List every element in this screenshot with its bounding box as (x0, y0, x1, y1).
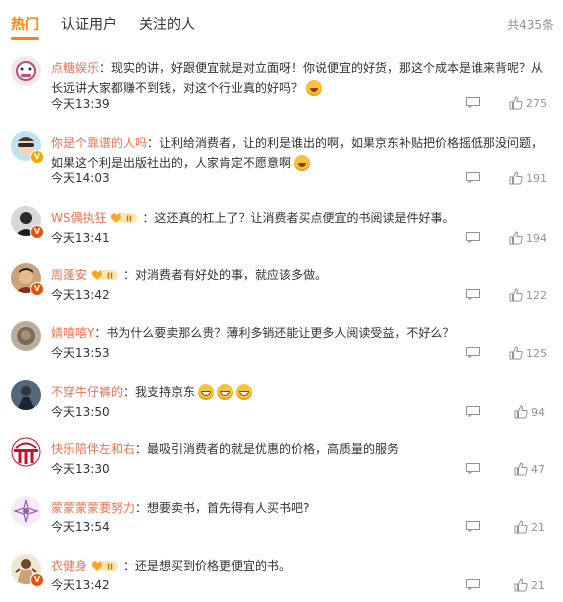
comment-text: ：现实的讲，好跟便宜就是对立面呀！你说便宜的好货，那这个成本是谁来背呢？从长远讲… (51, 61, 544, 95)
active-tab-indicator (11, 37, 39, 40)
comment-time: 今天13:41 (51, 231, 110, 245)
svg-text:II: II (126, 214, 132, 223)
comment-body: 点糖娱乐：现实的讲，好跟便宜就是对立面呀！你说便宜的好货，那这个成本是谁来背呢？… (51, 58, 549, 98)
comment-username[interactable]: WS偶执狂 (51, 211, 106, 225)
laughing-tears-emoji-icon (294, 154, 311, 171)
comment-time: 今天14:03 (51, 171, 110, 185)
comment-body: WS偶执狂 II ：这还真的杠上了？让消费者买点便宜的书阅读是件好事。 (51, 208, 549, 228)
reply-icon[interactable] (466, 521, 480, 532)
comment-time: 今天13:42 (51, 288, 110, 302)
like-count: 21 (531, 579, 545, 592)
verified-badge-icon: V (30, 282, 44, 296)
comment-text: ：书为什么要卖那么贵？薄利多销还能让更多人阅读受益，不好么？ (94, 326, 455, 340)
reply-icon[interactable] (466, 579, 480, 590)
like-count: 94 (531, 406, 545, 419)
comment-text: ：这还真的杠上了？让消费者买点便宜的书阅读是件好事。 (142, 211, 455, 225)
grin-emoji-icon (198, 383, 215, 400)
tab-following[interactable]: 关注的人 (139, 14, 195, 34)
comment-body: 周蓬安 II ：对消费者有好处的事，就应该多做。 (51, 265, 549, 285)
comment-time: 今天13:39 (51, 97, 110, 111)
svg-text:II: II (107, 562, 113, 571)
avatar[interactable]: V (11, 206, 44, 239)
thumbs-up-icon (509, 96, 523, 110)
comment-count: 共435条 (507, 18, 554, 32)
avatar[interactable] (11, 56, 41, 86)
reply-icon[interactable] (466, 463, 480, 474)
comment-username[interactable]: 快乐陪伴左和右 (51, 442, 135, 456)
svg-text:II: II (107, 271, 113, 280)
comment-time: 今天13:53 (51, 346, 110, 360)
avatar[interactable] (11, 380, 41, 410)
thumbs-up-icon (514, 520, 528, 534)
verified-badge-icon: V (30, 225, 44, 239)
comment-body: 你是个靠谱的人吗：让利给消费者，让的利是谁出的啊，如果京东补贴把价格摇低那没问题… (51, 133, 549, 173)
avatar[interactable]: V (11, 554, 44, 587)
comment-username[interactable]: 你是个靠谱的人吗 (51, 136, 147, 150)
reply-icon[interactable] (466, 232, 480, 243)
avatar[interactable] (11, 496, 41, 526)
thumbs-up-icon (509, 231, 523, 245)
tab-verified-users[interactable]: 认证用户 (61, 14, 117, 34)
comment-text: ：想要卖书，首先得有人买书吧? (135, 501, 310, 515)
comment-username[interactable]: 不穿牛仔裤的 (51, 385, 123, 399)
fan-medal-icon: II (110, 212, 138, 224)
thumbs-up-icon (514, 578, 528, 592)
avatar[interactable] (11, 321, 41, 351)
fan-medal-icon: II (91, 560, 119, 572)
comment-username[interactable]: 衣健身 (51, 559, 87, 573)
thumbs-up-icon (514, 405, 528, 419)
like-count: 191 (526, 172, 547, 185)
comment-time: 今天13:42 (51, 578, 110, 592)
reply-icon[interactable] (466, 289, 480, 300)
comment-username[interactable]: 点糖娱乐 (51, 61, 99, 75)
comment-body: 不穿牛仔裤的：我支持京东 (51, 382, 549, 402)
like-count: 194 (526, 232, 547, 245)
thumbs-up-icon (509, 346, 523, 360)
comment-text: ：还是想买到价格更便宜的书。 (123, 559, 292, 573)
grin-emoji-icon (217, 383, 234, 400)
comment-body: 快乐陪伴左和右：最吸引消费者的就是优惠的价格，高质量的服务 (51, 439, 549, 459)
verified-badge-icon: V (30, 573, 44, 587)
like-count: 47 (531, 463, 545, 476)
comment-username[interactable]: 周蓬安 (51, 268, 87, 282)
reply-icon[interactable] (466, 172, 480, 183)
avatar[interactable] (11, 437, 41, 467)
like-count: 275 (526, 97, 547, 110)
like-count: 125 (526, 347, 547, 360)
like-count: 21 (531, 521, 545, 534)
laughing-tears-emoji-icon (306, 79, 323, 96)
comment-body: 蒙蒙蒙蒙要努力：想要卖书，首先得有人买书吧? (51, 498, 549, 518)
like-count: 122 (526, 289, 547, 302)
comment-time: 今天13:54 (51, 520, 110, 534)
comment-text: ：我支持京东 (123, 385, 196, 399)
tab-hot[interactable]: 热门 (11, 14, 39, 34)
thumbs-up-icon (514, 462, 528, 476)
comment-body: 衣健身 II ：还是想买到价格更便宜的书。 (51, 556, 549, 576)
comment-text: ：对消费者有好处的事，就应该多做。 (123, 268, 328, 282)
reply-icon[interactable] (466, 406, 480, 417)
thumbs-up-icon (509, 171, 523, 185)
reply-icon[interactable] (466, 347, 480, 358)
fan-medal-icon: II (91, 269, 119, 281)
comment-time: 今天13:50 (51, 405, 110, 419)
avatar[interactable]: V (11, 131, 44, 164)
comment-username[interactable]: 蒙蒙蒙蒙要努力 (51, 501, 135, 515)
verified-badge-icon: V (30, 150, 44, 164)
avatar[interactable]: V (11, 263, 44, 296)
thumbs-up-icon (509, 288, 523, 302)
comment-username[interactable]: 婧嘻嘻Y (51, 326, 94, 340)
comment-body: 婧嘻嘻Y：书为什么要卖那么贵？薄利多销还能让更多人阅读受益，不好么？ (51, 323, 549, 343)
comment-text: ：最吸引消费者的就是优惠的价格，高质量的服务 (135, 442, 400, 456)
reply-icon[interactable] (466, 97, 480, 108)
comment-time: 今天13:30 (51, 462, 110, 476)
grin-emoji-icon (236, 383, 253, 400)
comment-tabs: 热门 认证用户 关注的人 共435条 (0, 0, 563, 44)
